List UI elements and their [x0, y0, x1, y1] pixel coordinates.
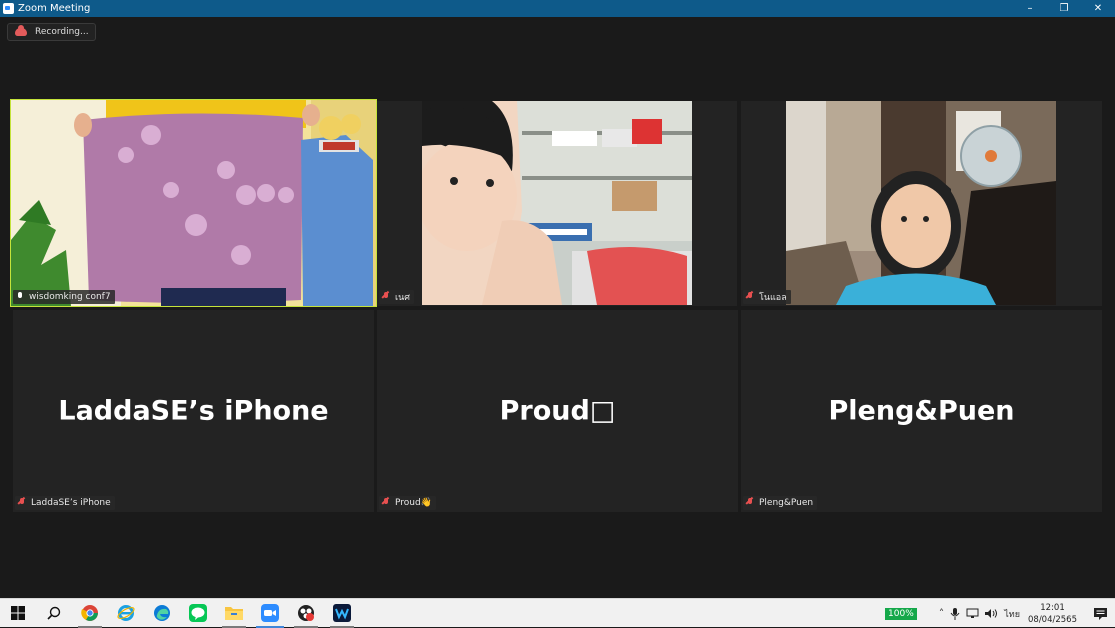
notification-icon [1093, 607, 1107, 620]
participant-name: Pleng&Puen [759, 498, 814, 508]
start-button[interactable] [0, 599, 36, 628]
microphone-muted-icon [381, 292, 391, 302]
chevron-up-icon[interactable]: ˄ [939, 607, 945, 620]
internet-explorer-icon [117, 605, 135, 621]
participant-video [786, 101, 1056, 305]
microphone-muted-icon [381, 498, 391, 508]
participant-display-name: Proud□ [499, 395, 616, 427]
video-tile-pleng-puen[interactable]: Pleng&Puen Pleng&Puen [741, 310, 1102, 512]
participant-video [11, 100, 376, 306]
system-tray: 100% ˄ ไทย 12:01 08/04/2565 [885, 599, 1115, 628]
taskbar-edge[interactable] [144, 599, 180, 628]
clock-time: 12:01 [1040, 602, 1065, 613]
microphone-muted-icon [745, 498, 755, 508]
microphone-muted-icon [17, 498, 27, 508]
windows-taskbar: 100% ˄ ไทย 12:01 08/04/2565 [0, 598, 1115, 628]
taskbar-file-explorer[interactable] [216, 599, 252, 628]
windows-start-icon [11, 606, 25, 620]
obs-record-icon [298, 605, 314, 621]
taskbar-zoom[interactable] [252, 599, 288, 628]
network-icon[interactable] [966, 608, 979, 619]
microphone-muted-icon [745, 292, 755, 302]
window-controls: – ❐ ✕ [1013, 0, 1115, 17]
window-titlebar: Zoom Meeting – ❐ ✕ [0, 0, 1115, 17]
participant-name-tag: เนศ [379, 290, 414, 304]
chrome-icon [81, 605, 98, 621]
recording-label: Recording... [35, 27, 89, 37]
participant-display-name: LaddaSE’s iPhone [58, 395, 329, 427]
participant-name-tag: Pleng&Puen [743, 496, 818, 510]
video-tile-wisdomking[interactable]: wisdomking conf7 [10, 99, 377, 307]
cloud-recording-icon [15, 25, 27, 36]
edge-icon [154, 605, 170, 621]
recording-indicator[interactable]: Recording... [7, 23, 96, 41]
battery-percentage[interactable]: 100% [885, 607, 917, 620]
close-button[interactable]: ✕ [1081, 0, 1115, 17]
zoom-icon [261, 604, 279, 622]
participant-name: wisdomking conf7 [29, 292, 111, 302]
microphone-tray-icon[interactable] [950, 607, 960, 620]
taskbar-internet-explorer[interactable] [108, 599, 144, 628]
participant-name-tag: LaddaSE’s iPhone [15, 496, 115, 510]
folder-icon [225, 607, 243, 620]
participant-name-tag: wisdomking conf7 [13, 290, 115, 304]
participant-name-tag: Proud👋 [379, 496, 436, 510]
notification-center-button[interactable] [1085, 599, 1115, 628]
participant-name: LaddaSE’s iPhone [31, 498, 111, 508]
taskbar-chrome[interactable] [72, 599, 108, 628]
meeting-app-icon [333, 604, 351, 622]
video-tile-proud[interactable]: Proud□ Proud👋 [377, 310, 738, 512]
video-tile-participant-2[interactable]: เนศ [377, 101, 737, 306]
restore-button[interactable]: ❐ [1047, 0, 1081, 17]
taskbar-obs[interactable] [288, 599, 324, 628]
video-tile-participant-3[interactable]: โนแอล [741, 101, 1102, 306]
search-icon [47, 606, 61, 620]
taskbar-clock[interactable]: 12:01 08/04/2565 [1028, 602, 1077, 626]
participant-video [422, 101, 692, 305]
participant-name: เนศ [395, 293, 410, 303]
clock-date: 08/04/2565 [1028, 614, 1077, 625]
participant-name: Proud👋 [395, 498, 432, 508]
window-title: Zoom Meeting [18, 3, 91, 14]
participant-name: โนแอล [759, 293, 787, 303]
search-button[interactable] [36, 599, 72, 628]
taskbar-line[interactable] [180, 599, 216, 628]
participant-display-name: Pleng&Puen [828, 395, 1015, 427]
video-tile-laddase-iphone[interactable]: LaddaSE’s iPhone LaddaSE’s iPhone [13, 310, 374, 512]
microphone-icon [15, 292, 25, 302]
zoom-app-icon [3, 3, 14, 14]
line-app-icon [189, 604, 207, 622]
volume-icon[interactable] [985, 608, 998, 619]
minimize-button[interactable]: – [1013, 0, 1047, 17]
participant-name-tag: โนแอล [743, 290, 791, 304]
input-language[interactable]: ไทย [1004, 607, 1020, 621]
taskbar-meeting-app[interactable] [324, 599, 360, 628]
